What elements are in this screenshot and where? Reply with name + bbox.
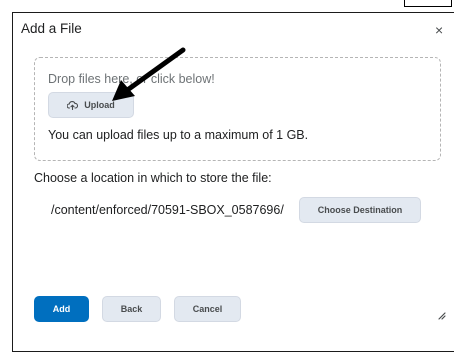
upload-limit-text: You can upload files up to a maximum of … [48,128,309,142]
destination-path: /content/enforced/70591-SBOX_0587696/ [51,203,284,217]
drop-hint-text: Drop files here, or click below! [48,72,215,86]
upload-button[interactable]: Upload [48,92,134,118]
cloud-upload-icon [67,100,79,110]
resize-handle-icon[interactable] [436,310,446,320]
cancel-button[interactable]: Cancel [174,296,241,322]
upload-button-label: Upload [84,100,115,110]
back-button[interactable]: Back [102,296,161,322]
dialog-title: Add a File [21,21,82,36]
background-page [0,0,454,12]
add-button[interactable]: Add [34,296,89,322]
choose-destination-button[interactable]: Choose Destination [299,197,421,223]
background-box [404,0,452,7]
location-prompt: Choose a location in which to store the … [34,171,272,185]
close-button[interactable]: × [435,23,443,37]
